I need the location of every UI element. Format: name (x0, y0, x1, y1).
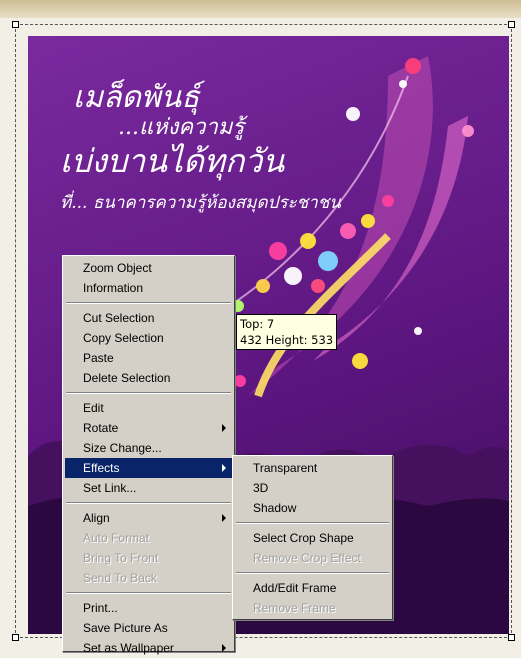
menu-separator (236, 572, 389, 574)
submenu-item-remove-frame: Remove Frame (253, 601, 336, 615)
menu-item-save-picture-as[interactable]: Save Picture As (65, 618, 232, 638)
menu-item-align[interactable]: Align (65, 508, 232, 528)
menu-item-set-as-wallpaper[interactable]: Set as Wallpaper (65, 638, 232, 658)
tooltip-top-value: Top: 7 (240, 317, 275, 331)
poster-subtitle: ที่... ธนาคารความรู้ห้องสมุดประชาชน (60, 193, 341, 213)
menu-item-effects[interactable]: Effects (65, 458, 232, 478)
poster-title-line3: เบ่งบานได้ทุกวัน (60, 142, 285, 180)
menu-item-delete-selection[interactable]: Delete Selection (65, 368, 232, 388)
menu-item-auto-format: Auto Format (83, 531, 150, 545)
menu-item-cut-selection[interactable]: Cut Selection (65, 308, 232, 328)
submenu-item-shadow[interactable]: Shadow (235, 498, 390, 518)
resize-handle-bottom-left[interactable] (12, 634, 19, 641)
submenu-item-remove-crop-effect: Remove Crop Effect (253, 551, 361, 565)
submenu-item-add-edit-frame[interactable]: Add/Edit Frame (235, 578, 390, 598)
menu-separator (236, 522, 389, 524)
menu-item-rotate-label: Rotate (83, 421, 119, 435)
submenu-item-transparent[interactable]: Transparent (235, 458, 390, 478)
resize-handle-top-right[interactable] (508, 21, 515, 28)
menu-item-bring-to-front: Bring To Front (83, 551, 159, 565)
resize-handle-bottom-right[interactable] (508, 634, 515, 641)
menu-item-effects-label: Effects (83, 461, 120, 475)
menu-item-paste[interactable]: Paste (65, 348, 232, 368)
submenu-arrow-icon (222, 514, 226, 522)
menu-separator (66, 392, 231, 394)
menu-separator (66, 302, 231, 304)
menu-item-edit[interactable]: Edit (65, 398, 232, 418)
tooltip-height-value: 432 Height: 533 (240, 333, 334, 347)
menu-item-align-label: Align (83, 511, 110, 525)
menu-item-set-as-wallpaper-label: Set as Wallpaper (83, 641, 174, 655)
menu-item-set-link[interactable]: Set Link... (65, 478, 232, 498)
submenu-arrow-icon (222, 464, 226, 472)
submenu-arrow-icon (222, 424, 226, 432)
submenu-arrow-icon (222, 644, 226, 652)
context-menu: Zoom Object Information Cut Selection Co… (62, 255, 235, 655)
menu-item-size-change[interactable]: Size Change... (65, 438, 232, 458)
menu-item-copy-selection[interactable]: Copy Selection (65, 328, 232, 348)
submenu-item-3d[interactable]: 3D (235, 478, 390, 498)
effects-submenu: Transparent 3D Shadow Select Crop Shape … (232, 455, 393, 620)
menu-separator (66, 502, 231, 504)
submenu-item-select-crop-shape[interactable]: Select Crop Shape (235, 528, 390, 548)
menu-separator (66, 592, 231, 594)
position-tooltip: Top: 7 432 Height: 533 (236, 314, 338, 350)
resize-handle-top-left[interactable] (12, 21, 19, 28)
menu-item-rotate[interactable]: Rotate (65, 418, 232, 438)
menu-item-print[interactable]: Print... (65, 598, 232, 618)
menu-item-information[interactable]: Information (65, 278, 232, 298)
menu-item-zoom-object[interactable]: Zoom Object (65, 258, 232, 278)
menu-item-send-to-back: Send To Back (83, 571, 157, 585)
top-strip (0, 0, 521, 18)
